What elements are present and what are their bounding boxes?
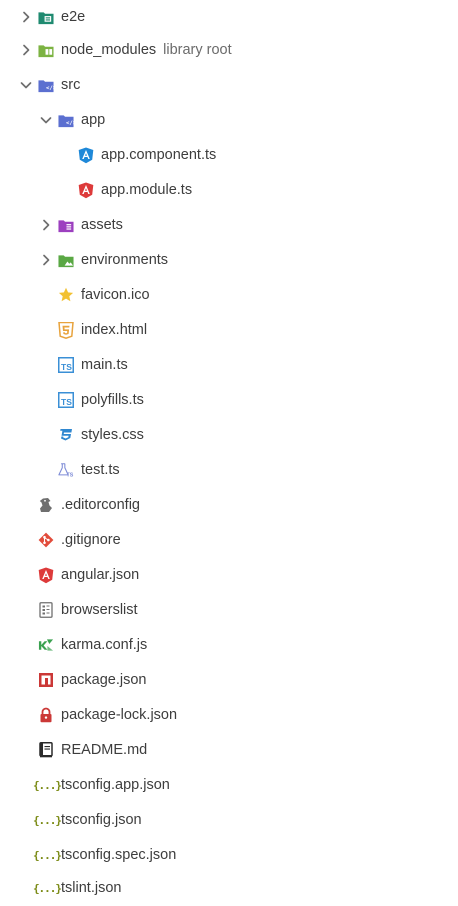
tree-item-node-modules[interactable]: node_modules library root <box>0 33 458 68</box>
svg-text:TS: TS <box>66 473 73 478</box>
json-icon: {...} <box>32 813 62 827</box>
chevron-right-icon[interactable] <box>38 252 54 268</box>
angular-icon <box>38 567 54 583</box>
source-folder-icon: </> <box>58 112 74 128</box>
tree-item-app-component-ts[interactable]: app.component.ts <box>0 138 458 173</box>
lock-icon <box>38 707 54 723</box>
css3-icon <box>58 427 74 443</box>
tree-item-label: src <box>61 77 81 93</box>
chevron-down-icon[interactable] <box>18 77 34 93</box>
tree-item-label: environments <box>81 252 169 268</box>
tree-item-e2e[interactable]: e2e <box>0 0 458 35</box>
tree-item-app-module-ts[interactable]: app.module.ts <box>0 173 458 208</box>
tree-item-package-json[interactable]: package.json <box>0 663 458 698</box>
chevron-right-icon[interactable] <box>18 42 34 58</box>
readme-book-icon <box>38 742 54 758</box>
tree-item-label: package-lock.json <box>61 707 178 723</box>
tree-item-label: main.ts <box>81 357 128 373</box>
tree-item-label: node_modules <box>61 42 157 58</box>
tree-item-label: index.html <box>81 322 148 338</box>
typescript-icon: TS <box>58 392 74 408</box>
tree-item-label: app.module.ts <box>101 182 193 198</box>
tree-item-test-ts[interactable]: TS test.ts <box>0 453 458 488</box>
tree-item-editorconfig[interactable]: .editorconfig <box>0 488 458 523</box>
tree-item-favicon-ico[interactable]: favicon.ico <box>0 278 458 313</box>
json-icon: {...} <box>32 848 62 862</box>
tree-item-label: browserslist <box>61 602 138 618</box>
tree-item-label: .editorconfig <box>61 497 140 513</box>
star-icon <box>58 287 74 303</box>
tree-item-index-html[interactable]: index.html <box>0 313 458 348</box>
chevron-right-icon[interactable] <box>18 9 34 25</box>
tree-item-assets[interactable]: assets <box>0 208 458 243</box>
browserslist-icon <box>38 602 54 618</box>
tree-item-label: e2e <box>61 9 86 25</box>
tree-item-environments[interactable]: environments <box>0 243 458 278</box>
tree-item-karma-conf-js[interactable]: karma.conf.js <box>0 628 458 663</box>
tree-item-label: polyfills.ts <box>81 392 144 408</box>
html5-icon <box>58 321 74 339</box>
tree-item-tsconfig-json[interactable]: {...} tsconfig.json <box>0 803 458 838</box>
tree-item-src[interactable]: </> src <box>0 68 458 103</box>
tree-item-label: app.component.ts <box>101 147 217 163</box>
tree-item-label: favicon.ico <box>81 287 150 303</box>
tree-item-tslint-json[interactable]: {...} tslint.json <box>0 871 458 906</box>
editorconfig-icon <box>38 497 54 513</box>
tree-item-app[interactable]: </> app <box>0 103 458 138</box>
npm-icon <box>38 672 54 688</box>
tree-item-gitignore[interactable]: .gitignore <box>0 523 458 558</box>
tree-item-label: test.ts <box>81 462 120 478</box>
tree-item-label: styles.css <box>81 427 144 443</box>
tree-item-browserslist[interactable]: browserslist <box>0 593 458 628</box>
angular-component-icon <box>78 147 94 163</box>
tree-item-label: README.md <box>61 742 148 758</box>
library-folder-icon <box>38 42 54 58</box>
tree-item-main-ts[interactable]: TS main.ts <box>0 348 458 383</box>
svg-text:</>: </> <box>66 120 74 126</box>
git-icon <box>38 532 54 548</box>
tree-item-label: angular.json <box>61 567 140 583</box>
json-icon: {...} <box>32 778 62 792</box>
test-flask-icon: TS <box>58 462 74 478</box>
svg-text:TS: TS <box>61 397 72 407</box>
tree-item-readme-md[interactable]: README.md <box>0 733 458 768</box>
angular-icon <box>78 182 94 198</box>
svg-text:</>: </> <box>46 85 54 91</box>
tree-item-styles-css[interactable]: styles.css <box>0 418 458 453</box>
tree-item-label: package.json <box>61 672 147 688</box>
resource-folder-icon <box>58 217 74 233</box>
tree-item-label: karma.conf.js <box>61 637 148 653</box>
tree-item-label: assets <box>81 217 123 233</box>
tree-item-angular-json[interactable]: angular.json <box>0 558 458 593</box>
tree-item-label: tsconfig.spec.json <box>61 847 177 863</box>
tree-item-package-lock-json[interactable]: package-lock.json <box>0 698 458 733</box>
tree-item-tsconfig-spec-json[interactable]: {...} tsconfig.spec.json <box>0 838 458 873</box>
tree-item-label: app <box>81 112 106 128</box>
library-root-hint: library root <box>163 42 232 58</box>
tree-item-label: tsconfig.app.json <box>61 777 170 793</box>
project-tree: e2e node_modules library root </> src </>… <box>0 0 458 906</box>
chevron-down-icon[interactable] <box>38 112 54 128</box>
tree-item-tsconfig-app-json[interactable]: {...} tsconfig.app.json <box>0 768 458 803</box>
tree-item-label: .gitignore <box>61 532 121 548</box>
svg-text:TS: TS <box>61 362 72 372</box>
chevron-right-icon[interactable] <box>38 217 54 233</box>
image-folder-icon <box>58 252 74 268</box>
test-folder-icon <box>38 9 54 25</box>
typescript-icon: TS <box>58 357 74 373</box>
tree-item-label: tslint.json <box>61 880 122 896</box>
karma-icon <box>38 637 54 653</box>
json-icon: {...} <box>32 881 62 895</box>
tree-item-label: tsconfig.json <box>61 812 142 828</box>
source-folder-icon: </> <box>38 77 54 93</box>
tree-item-polyfills-ts[interactable]: TS polyfills.ts <box>0 383 458 418</box>
